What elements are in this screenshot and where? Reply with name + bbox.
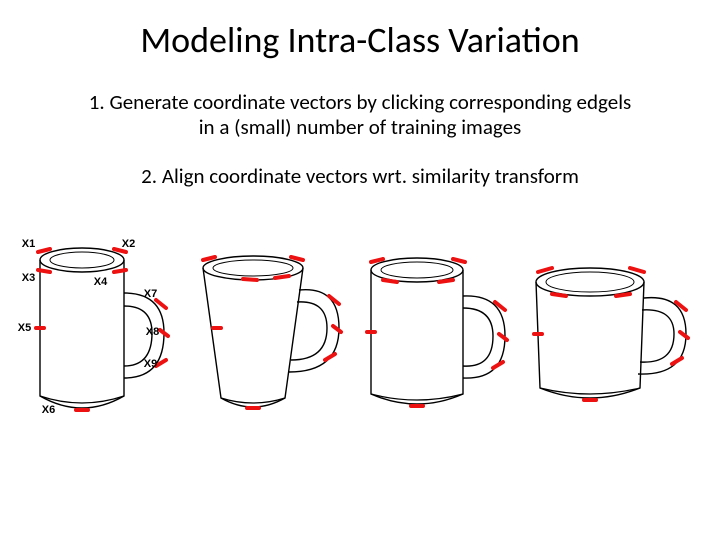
label-x2: X2 (122, 238, 135, 250)
label-x7: X7 (144, 288, 157, 300)
step-2-text: 2. Align coordinate vectors wrt. similar… (0, 164, 720, 189)
mug-illustrations-row: X1 X2 X3 X4 X5 X6 X7 X8 X9 (0, 238, 720, 433)
label-x8: X8 (146, 326, 159, 338)
mug-3 (359, 248, 519, 433)
label-x3: X3 (22, 272, 35, 284)
mug-4-svg (526, 258, 696, 428)
mug-1-svg (24, 238, 184, 428)
mug-3-svg (359, 248, 519, 428)
label-x5: X5 (18, 322, 31, 334)
step-1-line-2: in a (small) number of training images (199, 114, 522, 140)
mug-2 (191, 248, 351, 433)
label-x6: X6 (42, 404, 55, 416)
mug-1: X1 X2 X3 X4 X5 X6 X7 X8 X9 (24, 238, 184, 433)
mug-2-svg (191, 248, 351, 428)
slide-title: Modeling Intra-Class Variation (0, 0, 720, 62)
step-1-line-1: 1. Generate coordinate vectors by clicki… (89, 89, 631, 115)
label-x1: X1 (22, 238, 35, 250)
label-x9: X9 (144, 358, 157, 370)
label-x4: X4 (94, 276, 107, 288)
step-1-text: 1. Generate coordinate vectors by clicki… (0, 90, 720, 140)
mug-4 (526, 258, 696, 433)
